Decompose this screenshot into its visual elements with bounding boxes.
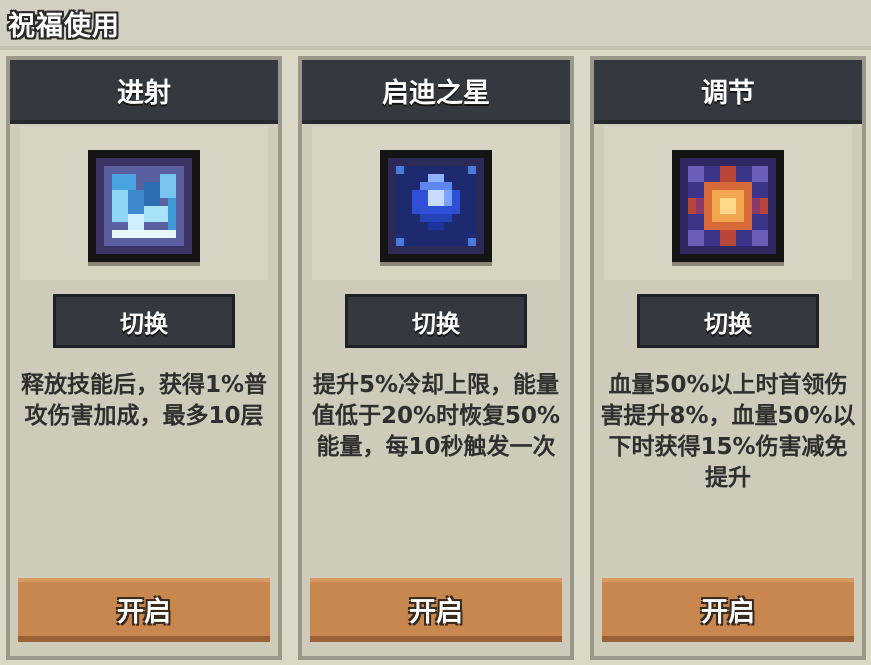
page-title: 祝福使用 [8,11,120,42]
card-title: 启迪之星 [382,77,490,109]
card-description: 提升5%冷却上限，能量值低于20%时恢复50%能量，每10秒触发一次 [311,372,561,460]
card-title: 进射 [117,77,171,109]
icon-panel [312,126,560,280]
card-description: 释放技能后，获得1%普攻伤害加成，最多10层 [20,372,268,429]
switch-button[interactable]: 切换 [53,294,235,348]
blue-crystal-star-icon [380,150,492,262]
blessing-card-1: 进射 切换 释放技能后，获得1%普攻伤害加成，最多10层 开启 [6,56,282,660]
enable-button[interactable]: 开启 [310,578,562,642]
enable-button[interactable]: 开启 [18,578,270,642]
blessing-card-3: 调节 切换 血量50%以上时首领伤害提升8%，血量50%以下时获得15%伤害减免… [590,56,866,660]
blessing-card-2: 启迪之星 切换 提升5%冷却上限，能量值低于20%时恢复50%能量，每10秒触发… [298,56,574,660]
title-divider [0,46,871,50]
ice-shard-icon [88,150,200,262]
title-bar: 祝福使用 [0,0,871,46]
icon-panel [604,126,852,280]
icon-panel [20,126,268,280]
card-title: 调节 [701,77,755,109]
enable-button[interactable]: 开启 [602,578,854,642]
card-header: 启迪之星 [302,60,570,124]
card-description: 血量50%以上时首领伤害提升8%，血量50%以下时获得15%伤害减免提升 [600,372,856,491]
card-header: 调节 [594,60,862,124]
switch-button[interactable]: 切换 [637,294,819,348]
card-header: 进射 [10,60,278,124]
orange-starburst-icon [672,150,784,262]
switch-button[interactable]: 切换 [345,294,527,348]
